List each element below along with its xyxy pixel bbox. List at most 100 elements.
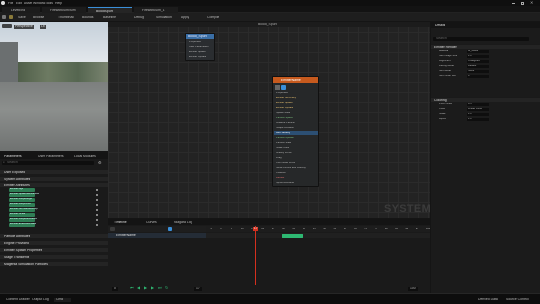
emitter-attr-pill[interactable]: Emitter.Scale [9,213,35,217]
menu-asset[interactable]: Asset [24,2,32,5]
stack-row[interactable]: Spawn Rate [276,112,290,115]
toolbar-debug[interactable]: Debug [134,16,144,19]
stack-row[interactable]: Solve Forces and Velocity [276,167,306,170]
stack-row[interactable]: Shape Location [276,127,294,130]
property-value[interactable]: Unaligned [467,60,489,64]
emitter-attr-pill[interactable]: Emitter.NormalizedLoop [9,208,38,212]
toolbar-thumbnail[interactable]: Thumbnail [58,16,74,19]
node-row[interactable]: Emitter Spawn [189,51,206,54]
emitter-attr-pill[interactable]: Emitter.SpawnRemainder [9,193,39,197]
section-coloring[interactable]: Coloring [431,97,540,102]
skip-back-icon[interactable]: ⏮ [130,286,134,290]
section-emitter-attributes[interactable]: Emitter Attributes [0,182,108,187]
parameters-search-input[interactable]: ⌕ Search [2,161,94,165]
menu-tools[interactable]: Tools [45,2,53,5]
section-particle-attributes[interactable]: Particle Attributes [0,233,108,238]
playhead[interactable] [255,226,256,286]
stack-row[interactable]: Gravity Force [276,152,292,155]
stack-row[interactable]: Emitter Summary [276,97,296,100]
emitter-attr-pill[interactable]: Emitter.LoopedDuration [9,218,37,222]
tab-user-parameters[interactable]: User Parameters [38,155,64,158]
timeline-ruler[interactable]: -505101520253035404550556065707580859095… [206,226,430,232]
section-emitter-render[interactable]: Emitter Render [431,44,540,49]
stack-row[interactable]: Particle Update [276,137,294,140]
emitter-node[interactable]: EmitterName Properties Emitter Summary E… [272,76,319,187]
menu-file[interactable]: File [8,2,13,5]
property-value[interactable]: Default [467,65,489,69]
node-row[interactable]: User Parameters [189,46,209,49]
section-engine-provided[interactable]: Engine Provided [0,240,108,245]
skip-forward-icon[interactable]: ⏭ [158,286,162,290]
tab-curves[interactable]: Curves [146,221,157,224]
system-overview-graph[interactable]: Blood_Spurt Blood_Spurt Properties User … [108,22,430,218]
toolbar-simulation[interactable]: Simulation [156,16,172,19]
visibility-icon[interactable] [96,199,98,201]
stack-row[interactable]: Curl Noise Force [276,162,295,165]
toolbar-bounds[interactable]: Bounds [82,16,94,19]
tab-details[interactable]: Details [435,24,445,27]
save-icon[interactable] [2,15,6,19]
end-frame-field[interactable]: 100 [408,286,418,291]
stack-row[interactable]: Scale Color [276,147,289,150]
system-node[interactable]: Blood_Spurt Properties User Parameters E… [185,33,215,61]
visibility-icon[interactable] [96,224,98,226]
emitter-attr-pill[interactable]: Emitter.LoopCount [9,203,35,207]
visibility-icon[interactable] [96,204,98,206]
property-value[interactable]: 1.0 [467,113,489,117]
property-value[interactable]: 0 [467,75,489,79]
stack-row[interactable]: Emitter Update [276,107,293,110]
output-log-button[interactable]: Output Log [32,298,49,301]
emitter-track-bar[interactable] [282,233,303,238]
visibility-icon[interactable] [96,209,98,211]
cmd-button[interactable]: Cmd [54,297,72,302]
play-icon[interactable]: ▶ [144,286,147,290]
add-track-icon[interactable] [110,227,115,231]
visibility-icon[interactable] [96,214,98,216]
section-emitter-spawn[interactable]: Emitter Spawn Properties [0,247,108,252]
emitter-attr-pill[interactable]: Emitter.LoopedAge [9,198,35,202]
property-value[interactable]: Linear Color [467,108,489,112]
step-back-icon[interactable]: ◀ [137,286,140,290]
viewport-perspective-label[interactable]: Perspective [14,24,34,29]
tab-timeline[interactable]: Timeline [114,221,127,224]
visibility-icon[interactable] [96,219,98,221]
step-forward-icon[interactable]: ▶ [151,286,154,290]
filter-icon[interactable] [168,227,172,231]
source-control-button[interactable]: Source Control [506,298,529,301]
current-frame-field[interactable]: 17 [194,286,202,291]
emitter-attr-pill[interactable]: Emitter.ExecutionState [9,223,36,227]
toolbar-compile[interactable]: Compile [207,16,219,19]
menu-window[interactable]: Window [33,2,45,5]
tab-parameters[interactable]: Parameters [4,155,22,158]
stack-row[interactable]: Particle State [276,142,291,145]
stack-row[interactable]: Initialize Particle [276,122,295,125]
toolbar-browse[interactable]: Browse [33,16,44,19]
section-system-attributes[interactable]: System Attributes [0,176,108,181]
stack-row[interactable]: Properties [276,92,288,95]
enabled-checkbox[interactable] [281,85,286,90]
maximize-icon[interactable] [521,1,524,5]
emitter-attr-pill[interactable]: Emitter.Age [9,188,35,192]
stack-row[interactable]: Emitter Spawn [276,102,293,105]
menu-help[interactable]: Help [55,2,62,5]
menu-edit[interactable]: Edit [16,2,22,5]
close-icon[interactable]: ✕ [530,1,533,5]
section-stage-transients[interactable]: Stage Transients [0,254,108,259]
toolbar-baseline[interactable]: Baseline [103,16,116,19]
timeline-track-row[interactable]: EmitterName [108,233,206,238]
stack-row[interactable]: Drag [276,157,282,160]
property-value[interactable]: M_Blood [467,50,489,54]
minimize-icon[interactable] [512,3,515,4]
viewport-options[interactable] [2,24,12,28]
stack-row[interactable]: Sprite Renderer [276,182,294,185]
visibility-icon[interactable] [96,194,98,196]
settings-icon[interactable]: ⚙ [98,161,102,165]
start-frame-field[interactable]: 0 [112,286,118,291]
property-value[interactable]: 1.0 [467,55,489,59]
preview-viewport[interactable]: Perspective Lit [0,22,108,151]
visibility-icon[interactable] [96,189,98,191]
tab-niagara-log[interactable]: Niagara Log [174,221,192,224]
stack-row[interactable]: Render [276,177,285,180]
tab-local-modules[interactable]: Local Modules [74,155,96,158]
section-simulation-particles[interactable]: Magenta Simulation Particles [0,261,108,266]
